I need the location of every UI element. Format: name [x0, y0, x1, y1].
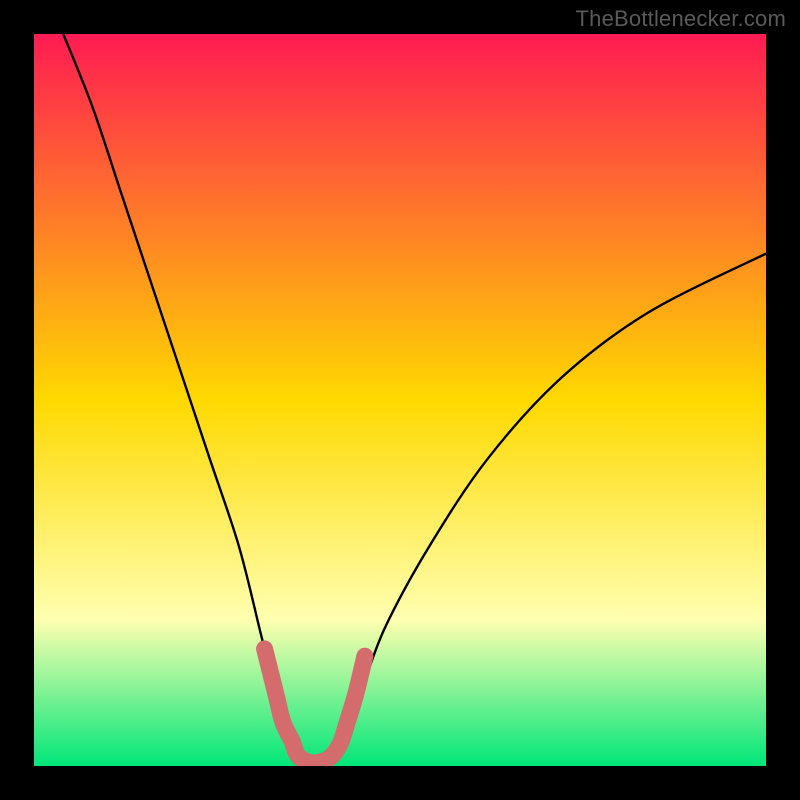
chart-container: TheBottlenecker.com — [0, 0, 800, 800]
chart-background — [34, 34, 766, 766]
bottleneck-chart — [0, 0, 800, 800]
watermark-text: TheBottlenecker.com — [576, 6, 786, 32]
